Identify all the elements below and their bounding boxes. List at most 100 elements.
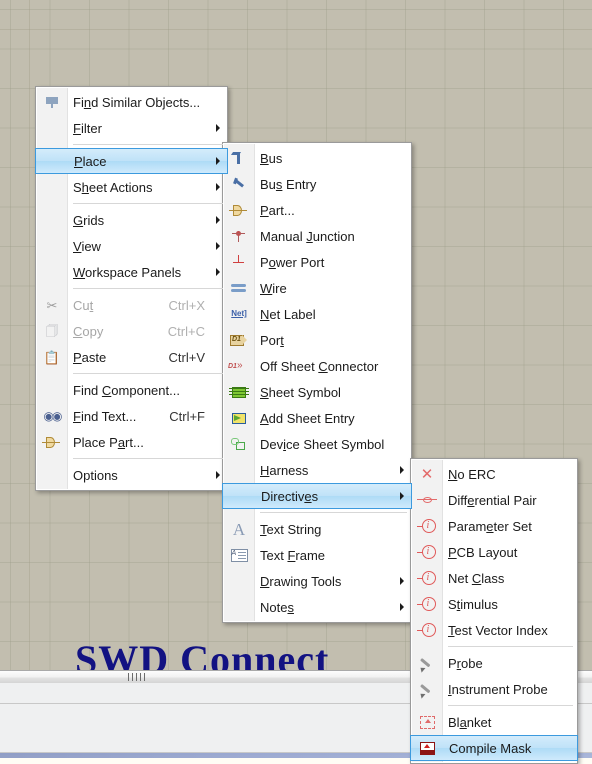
menu-item-label: View (73, 238, 101, 254)
menu-item-stimulus[interactable]: i Stimulus (411, 591, 577, 617)
menu-item-filter[interactable]: Filter (36, 115, 227, 141)
menu-item-drawing-tools[interactable]: Drawing Tools (223, 568, 411, 594)
menu-item-label: Find Text... (73, 408, 137, 424)
menu-item-no-erc[interactable]: ✕ No ERC (411, 461, 577, 487)
directive-info-icon: i (415, 542, 439, 562)
menu-item-place-part[interactable]: Place Part... (36, 429, 227, 455)
text-string-icon: A (232, 519, 246, 539)
probe-icon (415, 653, 439, 673)
menu-item-label: No ERC (448, 466, 496, 482)
bus-entry-icon (227, 174, 251, 194)
chevron-right-icon (400, 466, 404, 474)
no-erc-cross-icon: ✕ (420, 465, 434, 483)
menu-item-net-label[interactable]: Net] Net Label (223, 301, 411, 327)
menu-item-find-component[interactable]: Find Component... (36, 377, 227, 403)
menu-item-label: Place Part... (73, 434, 144, 450)
menu-item-sheet-symbol[interactable]: Sheet Symbol (223, 379, 411, 405)
scissors-icon: ✂ (46, 297, 58, 313)
differential-pair-icon (415, 490, 439, 510)
menu-item-options[interactable]: Options (36, 462, 227, 488)
menu-item-probe[interactable]: Probe (411, 650, 577, 676)
menu-item-directives[interactable]: Directives (222, 483, 412, 509)
menu-item-wire[interactable]: Wire (223, 275, 411, 301)
menu-item-label: Differential Pair (448, 492, 537, 508)
menu-item-port[interactable]: D1 Port (223, 327, 411, 353)
menu-item-compile-mask[interactable]: Compile Mask (410, 735, 578, 761)
menu-item-bus[interactable]: Bus (223, 145, 411, 171)
menu-item-power-port[interactable]: Power Port (223, 249, 411, 275)
menu-item-device-sheet-symbol[interactable]: Device Sheet Symbol (223, 431, 411, 457)
bus-icon (227, 148, 251, 168)
port-icon: D1 (227, 330, 251, 350)
menu-item-shortcut: Ctrl+X (168, 297, 205, 313)
menu-item-view[interactable]: View (36, 233, 227, 259)
menu-separator (73, 373, 223, 374)
menu-item-label: Paste (73, 349, 107, 365)
menu-item-label: Bus Entry (260, 176, 317, 192)
menu-separator (260, 512, 407, 513)
place-submenu[interactable]: Bus Bus Entry Part... Manual Junction Power … (222, 142, 412, 623)
menu-separator (73, 288, 223, 289)
menu-item-part[interactable]: Part... (223, 197, 411, 223)
menu-separator (73, 458, 223, 459)
net-label-icon: Net] (231, 309, 247, 318)
wire-icon (227, 278, 251, 298)
menu-separator (73, 203, 223, 204)
menu-item-find-similar-objects[interactable]: Find Similar Objects... (36, 89, 227, 115)
menu-item-label: Options (73, 467, 118, 483)
text-frame-icon: A (227, 545, 251, 565)
menu-item-harness[interactable]: Harness (223, 457, 411, 483)
splitter-grip-icon[interactable] (128, 673, 146, 681)
junction-icon (227, 226, 251, 246)
chevron-right-icon (216, 216, 220, 224)
menu-item-differential-pair[interactable]: Differential Pair (411, 487, 577, 513)
menu-item-net-class[interactable]: i Net Class (411, 565, 577, 591)
menu-item-grids[interactable]: Grids (36, 207, 227, 233)
menu-item-label: Wire (260, 280, 287, 296)
directives-submenu[interactable]: ✕ No ERC Differential Pair i Parameter Set i P… (410, 458, 578, 764)
part-icon (40, 432, 64, 452)
menu-item-blanket[interactable]: Blanket (411, 709, 577, 735)
menu-item-label: Probe (448, 655, 483, 671)
menu-item-cut: ✂ Cut Ctrl+X (36, 292, 227, 318)
menu-item-label: Compile Mask (449, 740, 532, 756)
menu-item-paste[interactable]: 📋 Paste Ctrl+V (36, 344, 227, 370)
menu-item-sheet-actions[interactable]: Sheet Actions (36, 174, 227, 200)
menu-item-instrument-probe[interactable]: Instrument Probe (411, 676, 577, 702)
menu-item-label: Place (74, 153, 107, 169)
menu-item-off-sheet-connector[interactable]: D1» Off Sheet Connector (223, 353, 411, 379)
menu-item-parameter-set[interactable]: i Parameter Set (411, 513, 577, 539)
menu-item-notes[interactable]: Notes (223, 594, 411, 620)
menu-item-label: Bus (260, 150, 283, 166)
menu-item-add-sheet-entry[interactable]: Add Sheet Entry (223, 405, 411, 431)
chevron-right-icon (400, 603, 404, 611)
menu-item-manual-junction[interactable]: Manual Junction (223, 223, 411, 249)
menu-item-label: Text String (260, 521, 322, 537)
menu-item-pcb-layout[interactable]: i PCB Layout (411, 539, 577, 565)
menu-item-find-text[interactable]: ◉◉ Find Text... Ctrl+F (36, 403, 227, 429)
menu-item-text-string[interactable]: A Text String (223, 516, 411, 542)
chevron-right-icon (216, 157, 220, 165)
menu-item-test-vector-index[interactable]: i Test Vector Index (411, 617, 577, 643)
probe-icon (415, 679, 439, 699)
menu-item-label: Text Frame (260, 547, 326, 563)
menu-item-bus-entry[interactable]: Bus Entry (223, 171, 411, 197)
menu-item-label: Directives (261, 488, 319, 504)
filter-funnel-icon (40, 92, 64, 112)
menu-item-label: Port (260, 332, 284, 348)
directive-info-icon: i (415, 594, 439, 614)
menu-item-text-frame[interactable]: A Text Frame (223, 542, 411, 568)
menu-item-label: Manual Junction (260, 228, 355, 244)
menu-item-label: Parameter Set (448, 518, 532, 534)
menu-item-label: Power Port (260, 254, 325, 270)
right-click-context-menu[interactable]: Find Similar Objects... Filter Place Sheet … (35, 86, 228, 491)
menu-item-label: Net Label (260, 306, 316, 322)
menu-item-label: Filter (73, 120, 102, 136)
menu-item-workspace-panels[interactable]: Workspace Panels (36, 259, 227, 285)
menu-item-label: Add Sheet Entry (260, 410, 355, 426)
binoculars-icon: ◉◉ (43, 409, 63, 423)
menu-separator (73, 144, 223, 145)
compile-mask-icon (415, 738, 439, 758)
menu-item-place[interactable]: Place (35, 148, 228, 174)
paste-icon: 📋 (43, 349, 61, 365)
